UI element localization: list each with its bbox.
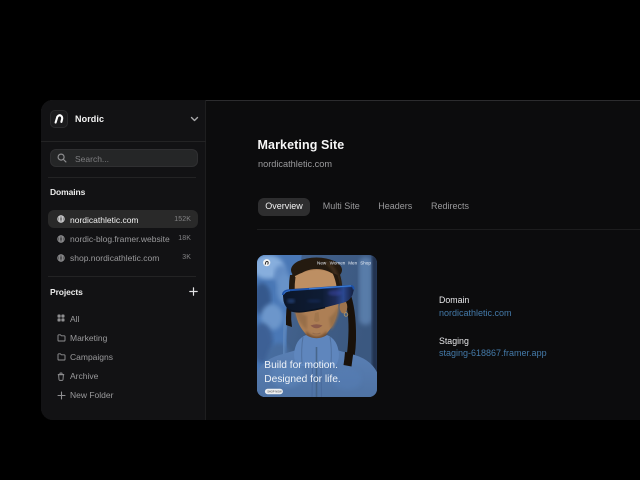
svg-text:Women: Women (329, 260, 345, 265)
svg-text:Men: Men (348, 260, 357, 265)
svg-text:Shop: Shop (360, 260, 371, 265)
svg-text:Build for motion.: Build for motion. (264, 360, 338, 371)
svg-text:SHOP NOW: SHOP NOW (267, 389, 282, 393)
svg-text:Designed for life.: Designed for life. (264, 373, 340, 384)
svg-text:New: New (317, 260, 327, 265)
